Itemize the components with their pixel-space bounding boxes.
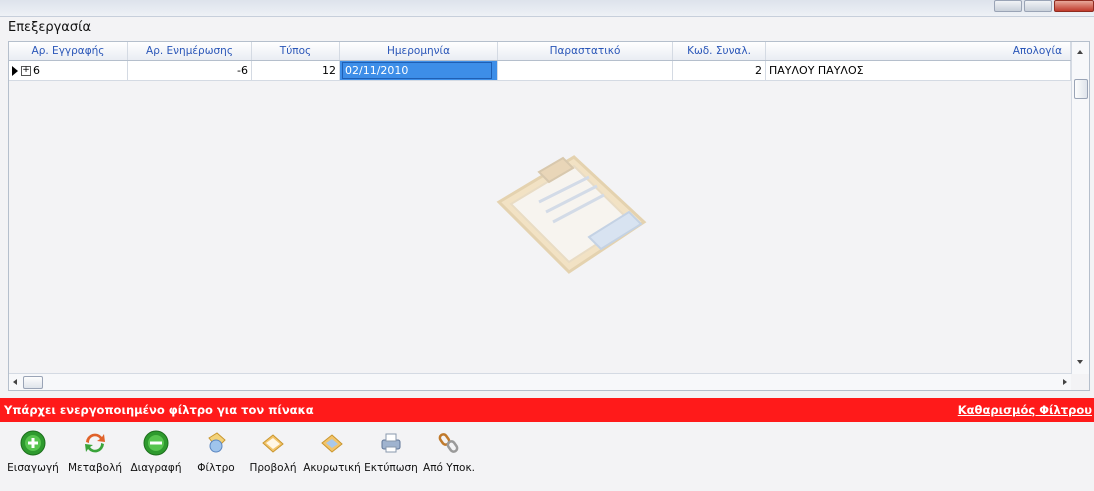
title-bar	[0, 0, 1094, 17]
cell-date[interactable]: 02/11/2010	[340, 61, 498, 80]
vertical-scroll-thumb[interactable]	[1074, 79, 1088, 99]
expand-plus-icon[interactable]: +	[21, 66, 31, 76]
grid-header: Αρ. Εγγραφής Αρ. Ενημέρωσης Τύπος Ημερομ…	[9, 42, 1071, 61]
column-header-name[interactable]: Απολογία	[766, 42, 1071, 60]
column-header-date[interactable]: Ημερομηνία	[340, 42, 498, 60]
records-grid[interactable]: Αρ. Εγγραφής Αρ. Ενημέρωσης Τύπος Ημερομ…	[8, 41, 1090, 391]
from-sub-label: Από Υποκ.	[423, 462, 475, 474]
chain-link-icon	[438, 433, 459, 453]
horizontal-scrollbar[interactable]	[9, 373, 1071, 390]
scroll-right-icon[interactable]	[1063, 379, 1067, 385]
scroll-down-icon[interactable]	[1077, 360, 1083, 364]
window-controls	[994, 0, 1094, 12]
print-icon	[381, 433, 401, 453]
cancel-doc-icon	[321, 434, 343, 453]
clipboard-watermark-icon	[496, 155, 647, 274]
cell-update-no[interactable]: -6	[128, 61, 252, 80]
insert-label: Εισαγωγή	[7, 462, 59, 474]
filter-icon	[208, 432, 226, 453]
minimize-button[interactable]	[994, 0, 1022, 12]
maximize-button[interactable]	[1024, 0, 1052, 12]
filter-message: Υπάρχει ενεργοποιημένο φίλτρο για τον πί…	[4, 403, 314, 417]
print-label: Εκτύπωση	[364, 462, 418, 474]
modify-button[interactable]: Μεταβολή	[66, 424, 124, 484]
delete-icon	[143, 430, 169, 456]
delete-label: Διαγραφή	[130, 462, 182, 474]
cell-name[interactable]: ΠΑΥΛΟΥ ΠΑΥΛΟΣ	[766, 61, 1071, 80]
cell-type[interactable]: 12	[252, 61, 340, 80]
row-indicator-icon	[12, 66, 18, 76]
refresh-icon	[85, 433, 105, 453]
column-header-type[interactable]: Τύπος	[252, 42, 340, 60]
cancel-doc-button[interactable]: Ακυρωτική	[302, 424, 362, 484]
delete-button[interactable]: Διαγραφή	[124, 424, 188, 484]
page-title: Επεξεργασία	[8, 20, 92, 35]
table-row[interactable]: +6 -6 12 02/11/2010 2 ΠΑΥΛΟΥ ΠΑΥΛΟΣ	[9, 61, 1071, 81]
cancel-doc-label: Ακυρωτική	[303, 462, 361, 474]
insert-button[interactable]: Εισαγωγή	[0, 424, 66, 484]
clear-filter-link[interactable]: Καθαρισμός Φίλτρου	[958, 403, 1092, 417]
date-editor[interactable]: 02/11/2010	[342, 62, 492, 79]
action-toolbar: Εισαγωγή Μεταβολή Διαγραφή Φίλτρο Προβολ…	[0, 424, 1094, 488]
add-icon	[20, 430, 46, 456]
view-button[interactable]: Προβολή	[244, 424, 302, 484]
cell-trader-code[interactable]: 2	[673, 61, 766, 80]
filter-button[interactable]: Φίλτρο	[188, 424, 244, 484]
from-sub-button[interactable]: Από Υποκ.	[420, 424, 478, 484]
modify-label: Μεταβολή	[68, 462, 122, 474]
active-filter-bar: Υπάρχει ενεργοποιημένο φίλτρο για τον πί…	[0, 398, 1094, 422]
print-button[interactable]: Εκτύπωση	[362, 424, 420, 484]
column-header-record[interactable]: Αρ. Εγγραφής	[9, 42, 128, 60]
cell-document[interactable]	[498, 61, 673, 80]
column-header-document[interactable]: Παραστατικό	[498, 42, 673, 60]
horizontal-scroll-thumb[interactable]	[23, 376, 43, 389]
view-label: Προβολή	[249, 462, 297, 474]
view-icon	[262, 434, 284, 453]
record-value: 6	[33, 64, 40, 77]
filter-label: Φίλτρο	[197, 462, 235, 474]
column-header-update[interactable]: Αρ. Ενημέρωσης	[128, 42, 252, 60]
column-header-trader-code[interactable]: Κωδ. Συναλ.	[673, 42, 766, 60]
vertical-scrollbar[interactable]	[1071, 42, 1089, 374]
scroll-up-icon[interactable]	[1077, 50, 1083, 54]
cell-record[interactable]: +6	[9, 61, 128, 80]
scroll-left-icon[interactable]	[13, 379, 17, 385]
close-button[interactable]	[1054, 0, 1094, 12]
